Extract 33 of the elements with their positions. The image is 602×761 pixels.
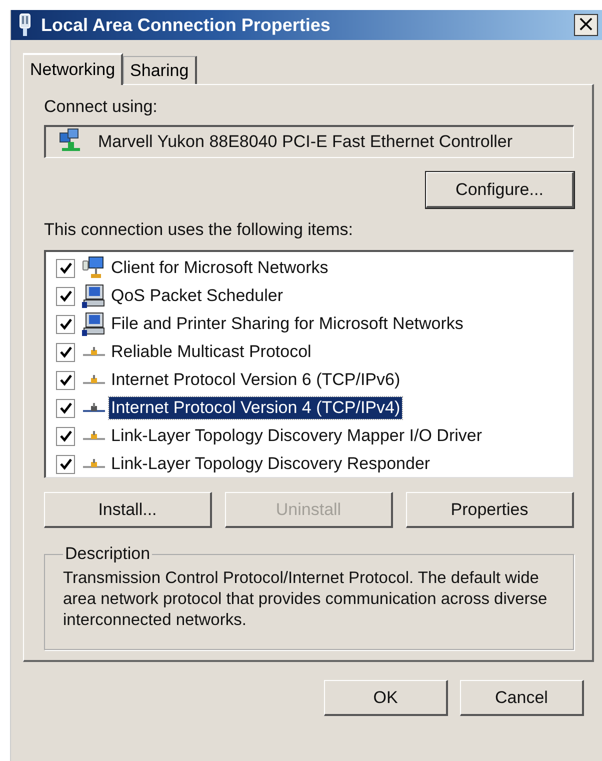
close-button[interactable]: × [574,14,598,36]
list-item[interactable]: File and Printer Sharing for Microsoft Networks [109,313,466,335]
list-item[interactable]: Link-Layer Topology Discovery Responder [109,453,432,475]
dialog-button[interactable]: OK [324,680,448,716]
list-item[interactable]: Link-Layer Topology Discovery Mapper I/O Driver [109,425,484,447]
description-text: Transmission Control Protocol/Internet Protocol. The default wide area network protocol that provides communication across diverse interconnected networks. [63,568,548,631]
item-action-button[interactable]: Install... [44,492,212,528]
tab[interactable]: Networking [23,53,124,85]
list-item[interactable]: Internet Protocol Version 6 (TCP/IPv6) [109,369,402,391]
checkbox[interactable] [56,454,75,474]
tab[interactable]: Sharing [123,56,197,84]
checkbox[interactable] [56,314,75,334]
checkbox[interactable] [56,342,75,362]
dialog-button[interactable]: Cancel [460,680,584,716]
checkbox[interactable] [56,398,75,418]
computer-icon [81,283,107,309]
checkbox[interactable] [56,286,75,306]
checkbox[interactable] [56,370,75,390]
list-item[interactable]: Reliable Multicast Protocol [109,341,314,363]
checkbox[interactable] [56,258,75,278]
checkbox[interactable] [56,426,75,446]
list-item[interactable]: QoS Packet Scheduler [109,285,285,307]
network-plug-icon [17,13,33,37]
window-title: Local Area Connection Properties [41,14,332,36]
item-action-button[interactable]: Properties [406,492,574,528]
computer-icon [81,311,107,337]
list-item[interactable]: Client for Microsoft Networks [109,257,330,279]
items-label: This connection uses the following items: [44,220,354,240]
description-title: Description [64,544,152,564]
list-item[interactable]: Internet Protocol Version 4 (TCP/IPv4) [109,397,402,419]
adapter-name: Marvell Yukon 88E8040 PCI-E Fast Ethernet Controller [98,132,513,152]
connect-using-label: Connect using: [44,97,158,117]
configure-button[interactable]: Configure... [426,172,574,208]
